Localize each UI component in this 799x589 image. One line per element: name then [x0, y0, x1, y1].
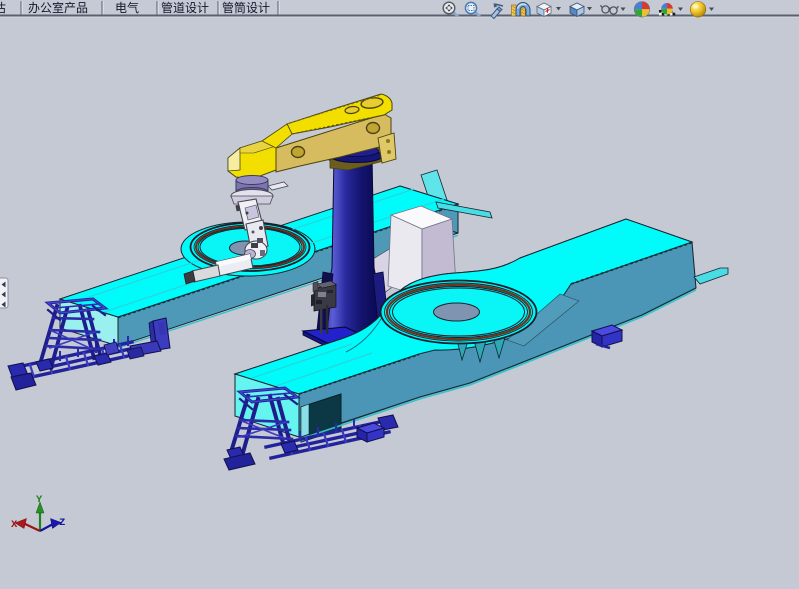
svg-text:办公室产品: 办公室产品 — [28, 0, 88, 15]
svg-text:Y: Y — [36, 494, 43, 506]
svg-text:估: 估 — [0, 1, 6, 15]
svg-text:管道设计: 管道设计 — [161, 0, 209, 15]
svg-text:X: X — [11, 519, 18, 531]
svg-text:管筒设计: 管筒设计 — [222, 0, 270, 15]
svg-text:Z: Z — [59, 517, 65, 529]
svg-text:电气: 电气 — [115, 0, 139, 15]
